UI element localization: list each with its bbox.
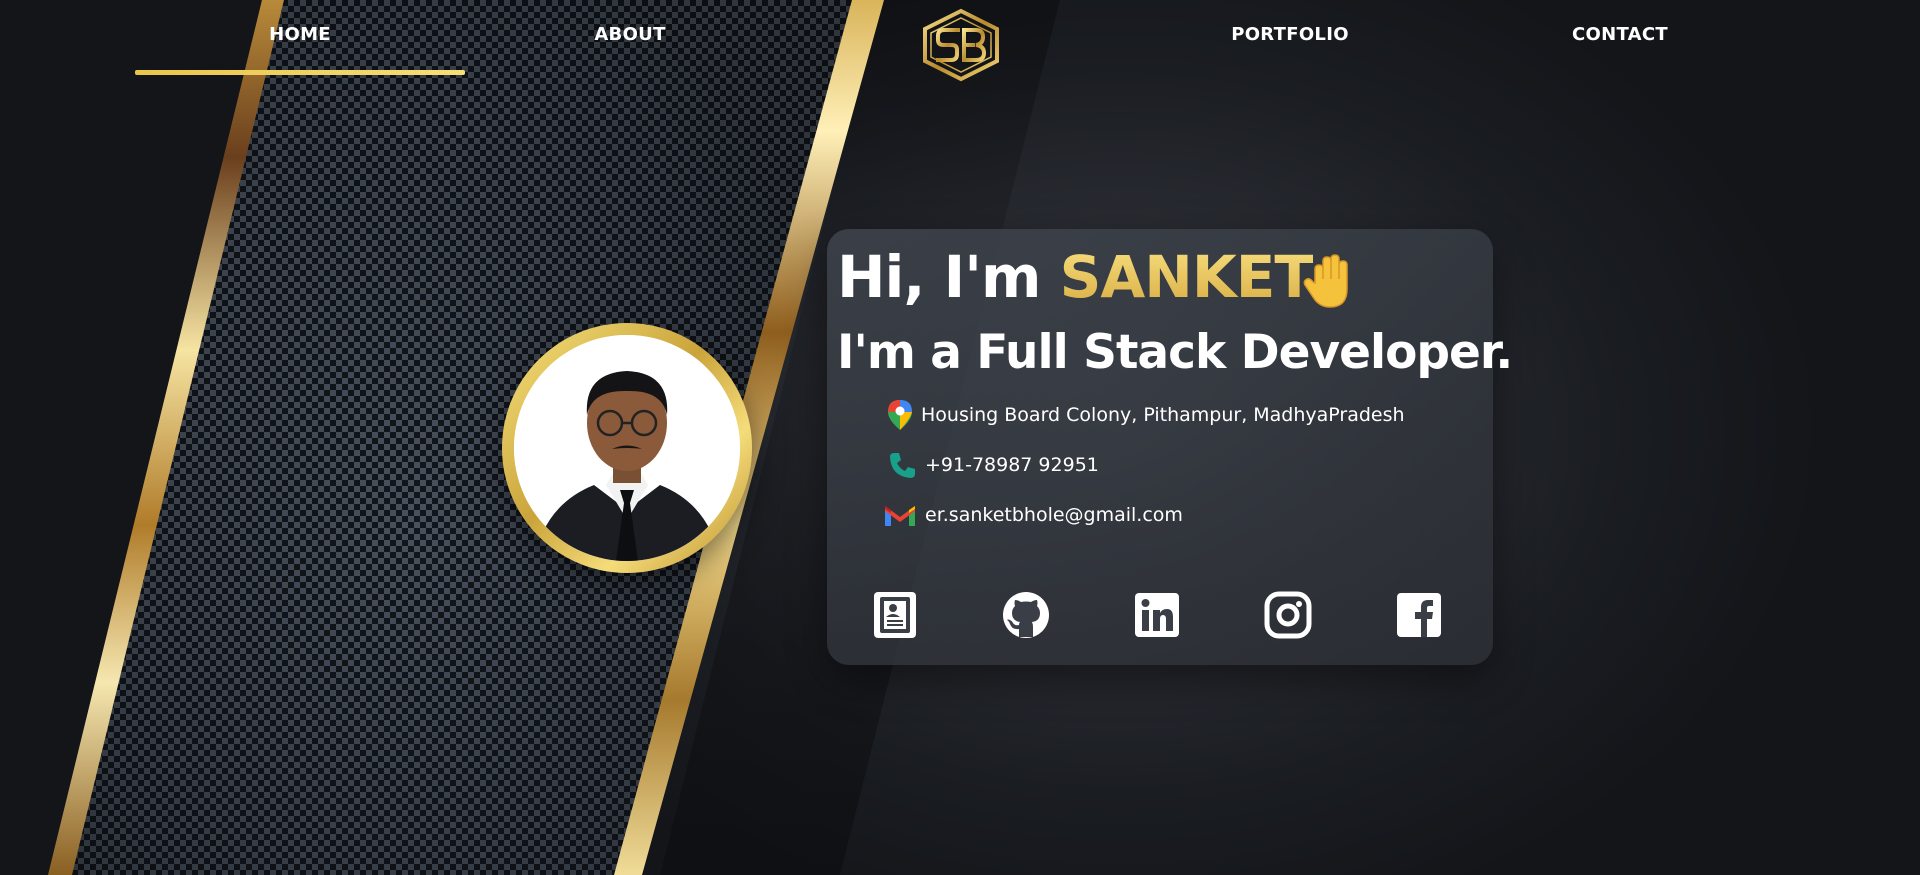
github-icon[interactable] (1002, 591, 1050, 639)
social-links (871, 591, 1451, 641)
role-heading: I'm a Full Stack Developer. (837, 325, 1513, 380)
facebook-icon[interactable] (1395, 591, 1443, 639)
page: HOME ABOUT PORTFOLIO CONTACT Hi, I'm SAN… (0, 0, 1920, 875)
instagram-icon[interactable] (1264, 591, 1312, 639)
nav-about-link[interactable]: ABOUT (594, 24, 665, 45)
nav-portfolio-link[interactable]: PORTFOLIO (1231, 24, 1349, 45)
nav-contact-link[interactable]: CONTACT (1572, 24, 1668, 45)
greeting-prefix: Hi, I'm (837, 243, 1041, 311)
greeting-heading: Hi, I'm SANKET (837, 243, 1314, 311)
sb-monogram-logo[interactable] (920, 8, 1002, 82)
linkedin-icon[interactable] (1133, 591, 1181, 639)
resume-icon[interactable] (871, 591, 919, 639)
phone-row: +91-78987 92951 (887, 449, 1099, 481)
profile-photo (514, 335, 740, 561)
intro-card: Hi, I'm SANKET I'm a Full Stack Develope… (827, 229, 1513, 665)
waving-hand-icon (1303, 254, 1348, 308)
nav-home-link[interactable]: HOME (269, 24, 331, 45)
map-pin-icon (888, 400, 912, 430)
phone-icon (890, 453, 915, 478)
top-navigation: HOME ABOUT PORTFOLIO CONTACT (0, 0, 1920, 82)
phone-link[interactable]: +91-78987 92951 (925, 454, 1099, 476)
gmail-icon (885, 506, 915, 526)
name-highlight: SANKET (1059, 243, 1314, 311)
address-row: Housing Board Colony, Pithampur, MadhyaP… (887, 399, 1405, 431)
email-link[interactable]: er.sanketbhole@gmail.com (925, 504, 1183, 526)
address-text: Housing Board Colony, Pithampur, MadhyaP… (921, 404, 1405, 426)
email-row: er.sanketbhole@gmail.com (883, 499, 1183, 531)
nav-active-underline (135, 70, 465, 75)
profile-avatar (502, 323, 752, 573)
avatar-frame (514, 335, 740, 561)
